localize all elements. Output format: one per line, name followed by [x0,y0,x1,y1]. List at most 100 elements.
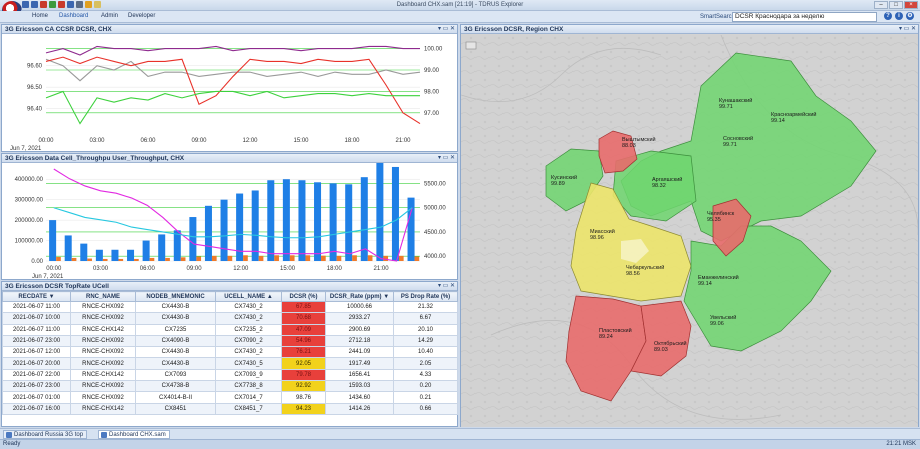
tab-admin[interactable]: Admin [101,13,118,19]
throughput-bar-orange [165,257,170,261]
smartsearch-label: SmartSearch [700,14,736,20]
minimize-button[interactable]: – [874,1,888,9]
x-tick-label: 21:00 [395,138,411,144]
table-cell: 21.32 [393,300,458,314]
table-cell: 10000.66 [325,300,394,314]
table-cell: RNCE-CHX092 [70,380,136,393]
tab-dashboard[interactable]: Dashboard [59,13,88,19]
throughput-bar [329,183,337,261]
table-row[interactable]: 2021-06-07 11:00 RNCE-CHX092 CX4430-B CX743… [2,300,458,314]
throughput-bar-chart: 400000.00 300000.00 200000.00 100000.00 0.00… [15,160,446,280]
x-tick-label: 09:00 [191,138,207,144]
table-cell: 2933.27 [325,312,394,325]
table-row[interactable]: 2021-06-07 16:00 RNCE-CHX142 CX8451 CX8451_… [2,402,458,415]
table-cell: 2021-06-07 22:00 [2,368,71,382]
dcsr-cell: 47.09 [281,323,326,336]
table-cell: 10.40 [393,346,458,359]
table-cell: 1593.03 [325,380,394,393]
x-tick-label: 15:00 [293,138,309,144]
throughput-bar [314,182,322,261]
table-cell: CX4090-B [135,334,216,348]
tab-developer[interactable]: Developer [128,13,155,19]
table-row[interactable]: 2021-06-07 01:00 RNCE-CHX092 CX4014-B-II CX… [2,391,458,404]
info-icon[interactable]: i [895,12,903,20]
table-cell: 20.10 [393,323,458,336]
district-name-label: Красноармейский [771,111,817,118]
district-value-label: 98.96 [590,235,604,241]
district-value-label: 99.89 [551,181,565,187]
x-tick-label: 21:00 [374,266,390,272]
table-row[interactable]: 2021-06-07 23:00 RNCE-CHX092 CX4738-B CX773… [2,380,458,393]
throughput-bar-orange [305,255,311,261]
district-name-label: Кусинский [551,174,577,181]
column-header[interactable]: DCSR (%) [281,291,326,302]
table-cell: CX8451_7 [215,402,282,415]
column-header[interactable]: UCELL_NAME ▲ [215,291,282,302]
throughput-bar-orange [87,258,92,261]
table-cell: RNCE-CHX142 [70,402,136,415]
throughput-bar [298,180,306,261]
throughput-bar [64,235,72,261]
throughput-bar [251,190,259,261]
table-cell: 2021-06-07 12:00 [2,346,71,359]
table-cell: 2900.69 [325,323,394,336]
screenshot-icon[interactable] [465,41,477,50]
smartsearch-input[interactable]: DCSR Краснодара за неделю [732,12,877,22]
district-name-label: Пластовский [599,327,632,334]
district-name-label: Сосновский [723,135,753,142]
table-row[interactable]: 2021-06-07 11:00 RNCE-CHX142 CX7235 CX7235_… [2,323,458,336]
x-tick-label: 03:00 [89,138,105,144]
district-name-label: Выштымский [622,136,656,143]
window-title: Dashboard CHX.sam [21:19] - TDRUS Explor… [396,2,524,8]
table-cell: CX7235_2 [215,323,282,336]
throughput-bar-orange [149,257,155,261]
doc-tab-russia[interactable]: Dashboard Russia 3G top [3,430,88,439]
table-row[interactable]: 2021-06-07 12:00 RNCE-CHX092 CX4430-B CX743… [2,346,458,359]
district-name-label: Увельский [710,314,736,321]
maximize-button[interactable]: □ [889,1,903,9]
doc-tab-chx[interactable]: Dashboard CHX.sam [98,430,170,439]
y-tick-label: 0.00 [31,259,43,265]
table-cell: RNCE-CHX092 [70,312,136,325]
panel-controls[interactable]: ▾ ▭ ✕ [438,25,455,34]
table-row[interactable]: 2021-06-07 20:00 RNCE-CHX092 CX4430-B CX743… [2,357,458,370]
panel-controls[interactable]: ▾ ▭ ✕ [438,282,455,291]
table-row[interactable]: 2021-06-07 23:00 RNCE-CHX092 CX4090-B CX709… [2,334,458,348]
table-cell: 2021-06-07 23:00 [2,380,71,393]
throughput-bar-orange [102,258,108,261]
table-cell: 2441.09 [325,346,394,359]
doc-tab-label: Dashboard CHX.sam [109,432,166,438]
x-tick-label: 06:00 [140,266,156,272]
column-header[interactable]: RNC_NAME [70,291,136,302]
settings-icon[interactable]: ⚙ [906,12,914,20]
throughput-bar [127,249,135,261]
district-name-label: Миасский [590,228,615,235]
throughput-bar-orange [321,255,326,261]
panel-controls[interactable]: ▾ ▭ ✕ [899,25,916,34]
panel-header: 3G Ericsson DCSR, Region CHX ▾ ▭ ✕ [461,25,918,34]
table-cell: 2021-06-07 20:00 [2,357,71,370]
panel-controls[interactable]: ▾ ▭ ✕ [438,154,455,163]
table-row[interactable]: 2021-06-07 22:00 RNCE-CHX142 CX7093 CX7093_… [2,368,458,382]
table-row[interactable]: 2021-06-07 10:00 RNCE-CHX092 CX4430-B CX743… [2,312,458,325]
table-cell: 1656.41 [325,368,394,382]
close-button[interactable]: × [904,1,918,9]
table-cell: RNCE-CHX092 [70,346,136,359]
help-icon[interactable]: ? [884,12,892,20]
throughput-bar-orange [243,255,248,261]
doc-tab-label: Dashboard Russia 3G top [14,432,84,438]
throughput-bar-orange [71,257,77,261]
status-clock: 21:21 MSK [886,441,916,447]
column-header[interactable]: DCSR_Rate (ppm) ▼ [325,291,394,302]
throughput-bar [360,177,368,261]
district-name-label: Октябрьский [654,340,687,347]
column-header[interactable]: RECDATE ▼ [2,291,71,302]
throughput-bar [204,205,212,261]
dcsr-cell: 70.68 [281,312,326,325]
column-header[interactable]: PS Drop Rate (%) [393,291,458,302]
tab-home[interactable]: Home [32,13,48,19]
x-tick-label: 00:00 [46,266,62,272]
table-cell: RNCE-CHX092 [70,334,136,348]
column-header[interactable]: NODEB_MNEMONIC [135,291,216,302]
region-map[interactable]: Выштымский88.03Кусинский99.89Аргаяшский9… [461,35,918,427]
